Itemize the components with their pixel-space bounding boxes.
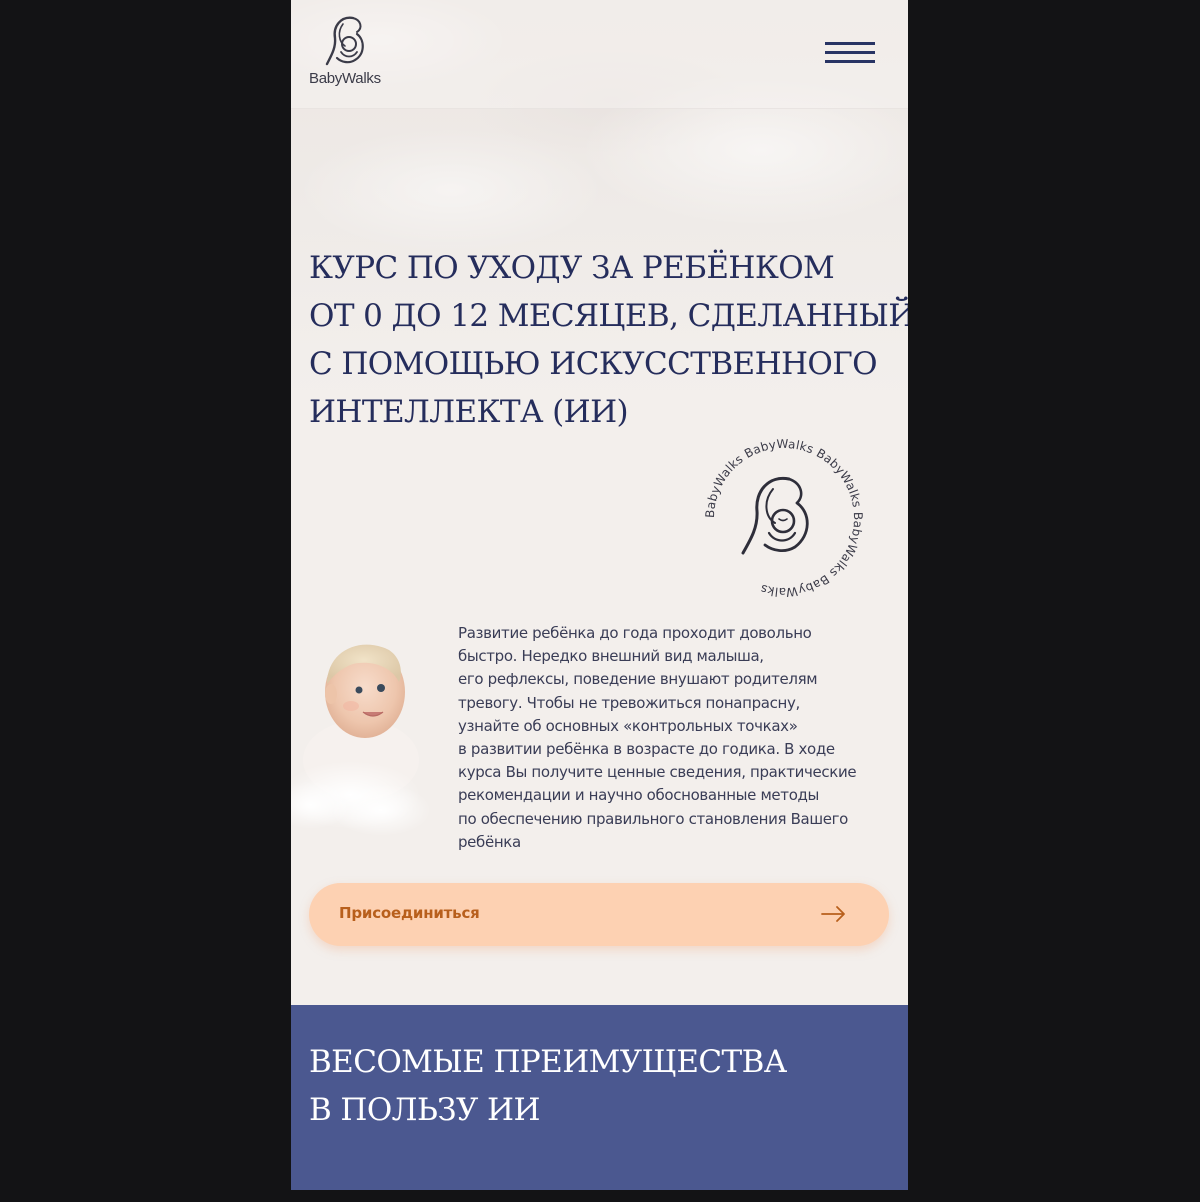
hamburger-menu-icon[interactable]	[825, 42, 877, 66]
menu-line	[825, 60, 875, 63]
mobile-page: BabyWalks КУРС ПО УХОДУ ЗА РЕБЁНКОМ ОТ 0…	[291, 0, 908, 1190]
description-line: по обеспечению правильного становления В…	[458, 809, 848, 828]
description-line: курса Вы получите ценные сведения, практ…	[458, 763, 857, 782]
description-line: его рефлексы, поведение внушают родителя…	[458, 670, 818, 689]
mother-baby-logo-icon	[325, 16, 364, 66]
hero-title: КУРС ПО УХОДУ ЗА РЕБЁНКОМ ОТ 0 ДО 12 МЕС…	[309, 244, 908, 436]
description-line: тревогу. Чтобы не тревожиться понапрасну…	[458, 693, 800, 712]
menu-line	[825, 51, 875, 54]
baby-photo	[291, 620, 431, 840]
description-line: быстро. Нередко внешний вид малыша,	[458, 647, 764, 666]
svg-text:BabyWalks BabyWalks BabyWalks: BabyWalks BabyWalks BabyWalks BabyWalks …	[703, 437, 865, 599]
description-line: узнайте об основных «контрольных точках»	[458, 716, 798, 735]
course-description: Развитие ребёнка до года проходит доволь…	[458, 622, 898, 854]
baby-image	[291, 644, 431, 836]
description-line: Развитие ребёнка до года проходит доволь…	[458, 624, 812, 642]
mother-baby-icon	[741, 476, 809, 555]
benefits-title-line: ВЕСОМЫЕ ПРЕИМУЩЕСТВА	[309, 1044, 787, 1080]
logo-text: BabyWalks	[309, 70, 381, 87]
description-line: рекомендации и научно обоснованные метод…	[458, 786, 820, 805]
benefits-title-line: В ПОЛЬЗУ ИИ	[309, 1092, 540, 1128]
site-header: BabyWalks	[291, 0, 908, 109]
description-line: ребёнка	[458, 832, 521, 851]
hero-title-line: С ПОМОЩЬЮ ИСКУССТВЕННОГО	[309, 346, 878, 382]
hero-title-line: КУРС ПО УХОДУ ЗА РЕБЁНКОМ	[309, 250, 835, 286]
brand-stamp: BabyWalks BabyWalks BabyWalks BabyWalks …	[703, 437, 865, 599]
hero-title-line: ИНТЕЛЛЕКТА (ИИ)	[309, 394, 629, 430]
brand-logo[interactable]: BabyWalks	[309, 12, 389, 92]
benefits-section: ВЕСОМЫЕ ПРЕИМУЩЕСТВА В ПОЛЬЗУ ИИ	[291, 1005, 908, 1190]
join-button-label: Присоединиться	[339, 904, 480, 922]
description-line: в развитии ребёнка в возрасте до годика.…	[458, 740, 835, 759]
menu-line	[825, 42, 875, 45]
arrow-right-icon	[821, 905, 847, 927]
stamp-ring-text: BabyWalks BabyWalks BabyWalks BabyWalks …	[703, 437, 865, 599]
hero-title-line: ОТ 0 ДО 12 МЕСЯЦЕВ, СДЕЛАННЫЙ	[309, 298, 908, 334]
join-button[interactable]: Присоединиться	[309, 883, 889, 946]
benefits-title: ВЕСОМЫЕ ПРЕИМУЩЕСТВА В ПОЛЬЗУ ИИ	[309, 1038, 787, 1134]
brand-stamp-graphic: BabyWalks BabyWalks BabyWalks BabyWalks …	[703, 437, 865, 599]
